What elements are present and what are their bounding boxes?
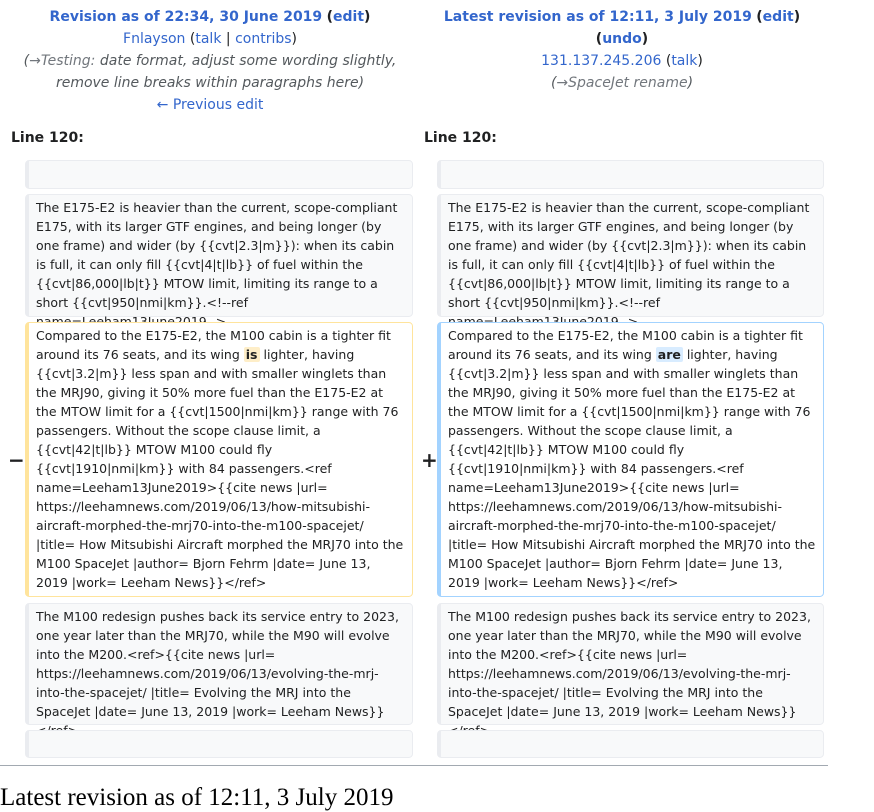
old-edit-summary: (→Testing: date format, adjust some word…: [0, 50, 420, 94]
separator: |: [225, 31, 231, 47]
paren: ): [641, 31, 649, 47]
new-user-talk-link[interactable]: talk: [671, 53, 697, 69]
section-arrow-link[interactable]: →: [29, 53, 41, 69]
diff-context-empty-left-2: [25, 730, 413, 758]
divider: [0, 765, 828, 766]
previous-edit-link[interactable]: ← Previous edit: [157, 97, 264, 113]
paren: ): [697, 53, 703, 69]
summary-text: date format, adjust some wording slightl…: [99, 53, 397, 69]
diff-context-left: The E175-E2 is heavier than the current,…: [25, 194, 413, 329]
diff-added-line: Compared to the E175-E2, the M100 cabin …: [437, 322, 824, 597]
old-revision-header: Revision as of 22:34, 30 June 2019 (edit…: [0, 6, 420, 116]
diff-deleted-line: Compared to the E175-E2, the M100 cabin …: [25, 322, 413, 597]
revision-heading: Latest revision as of 12:11, 3 July 2019: [0, 784, 394, 811]
diff-plus-marker: +: [421, 448, 438, 472]
diff-context-empty-right-2: [437, 730, 824, 758]
undo-link[interactable]: undo: [602, 31, 642, 47]
added-text-after: lighter, having {{cvt|3.2|m}} less span …: [448, 347, 816, 590]
diff-context-right-2: The M100 redesign pushes back its servic…: [437, 603, 824, 738]
diff-context-empty-left: [25, 160, 413, 189]
diff-context-empty-right: [437, 160, 824, 189]
line-number-left: Line 120:: [11, 130, 84, 146]
old-edit-link[interactable]: edit: [333, 9, 364, 25]
summary-text-2: remove line breaks within paragraphs her…: [55, 75, 365, 91]
diff-context-left-2: The M100 redesign pushes back its servic…: [25, 603, 413, 738]
paren: ): [291, 31, 297, 47]
section-arrow-link[interactable]: →: [556, 75, 568, 91]
diff-context-right: The E175-E2 is heavier than the current,…: [437, 194, 824, 329]
diff-minus-marker: −: [8, 448, 25, 472]
paren: ): [793, 9, 801, 25]
deleted-word: is: [243, 347, 260, 362]
added-word: are: [655, 347, 683, 362]
deleted-text-after: lighter, having {{cvt|3.2|m}} less span …: [36, 347, 404, 590]
summary-section: Testing:: [40, 53, 96, 69]
new-edit-link[interactable]: edit: [763, 9, 794, 25]
summary-section: SpaceJet rename: [568, 75, 688, 91]
line-number-right: Line 120:: [424, 130, 497, 146]
old-revision-title-link[interactable]: Revision as of 22:34, 30 June 2019: [50, 9, 323, 25]
old-user-talk-link[interactable]: talk: [195, 31, 221, 47]
old-user-link[interactable]: Fnlayson: [123, 31, 185, 47]
paren: ): [687, 75, 694, 91]
new-revision-title-link[interactable]: Latest revision as of 12:11, 3 July 2019: [444, 9, 752, 25]
paren: ): [364, 9, 371, 25]
old-user-contribs-link[interactable]: contribs: [235, 31, 291, 47]
new-user-link[interactable]: 131.137.245.206: [541, 53, 661, 69]
new-revision-header: Latest revision as of 12:11, 3 July 2019…: [412, 6, 832, 94]
new-edit-summary: (→SpaceJet rename): [412, 72, 832, 94]
